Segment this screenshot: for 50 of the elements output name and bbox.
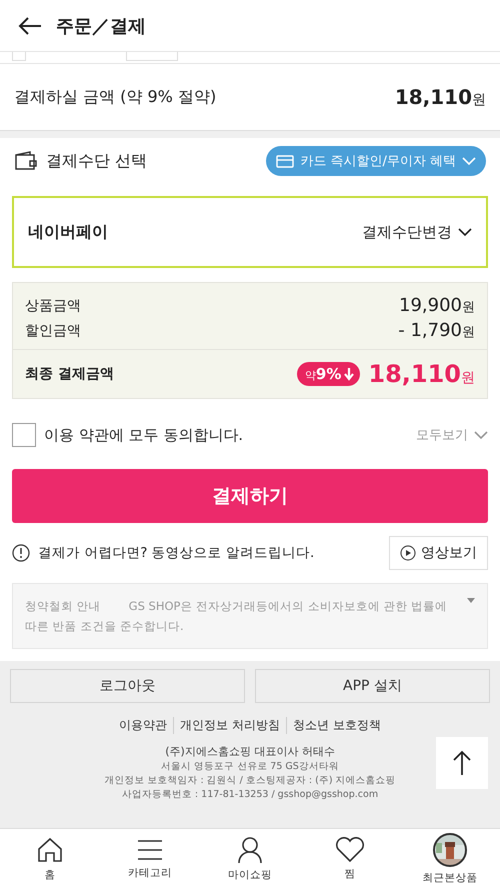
footer-link[interactable]: 개인정보 처리방침 [173,717,286,734]
expand-icon[interactable] [467,598,475,603]
footer-button[interactable]: 로그아웃 [10,669,245,703]
summary-label: 상품금액 [25,296,81,314]
home-icon [36,836,64,864]
company-info: 사업자등록번호 : 117-81-13253 / gsshop@gsshop.com [122,788,378,801]
back-arrow-icon[interactable] [18,16,42,36]
pay-button[interactable]: 결제하기 [12,469,488,523]
notice-text: 청약철회 안내 GS SHOP은 전자상거래등에서의 소비자보호에 관한 법률에 따른 반품 조건을 준수합니다. [25,598,448,635]
company-info: 개인정보 보호책임자 : 김원식 / 호스팅제공자 : (주) 지에스홈쇼핑 [104,774,396,787]
menu-icon [136,838,164,862]
payment-amount-label: 결제하실 금액 (약 9% 절약) [14,86,216,108]
footer-link[interactable]: 청소년 보호정책 [286,717,387,734]
agree-checkbox[interactable] [12,423,36,447]
watch-video-button[interactable]: 영상보기 [389,536,488,570]
nav-item[interactable]: 홈 [0,829,100,888]
company-info: 서울시 영등포구 선유로 75 GS강서타워 [161,760,339,773]
arrow-up-icon [452,750,472,776]
footer-link[interactable]: 이용약관 [113,717,174,734]
summary-amount: 19,900원 [399,295,475,316]
scroll-top-button[interactable] [436,737,488,789]
change-method-button[interactable]: 결제수단변경 [362,222,472,242]
chevron-down-icon [458,228,472,236]
discount-rate: 약9% [304,365,342,383]
chevron-down-icon [462,156,476,166]
info-icon [12,544,30,562]
payment-amount: 18,110원 [394,85,486,109]
footer-button[interactable]: APP 설치 [255,669,490,703]
heart-icon [335,836,365,862]
card-icon [276,154,294,168]
chevron-down-icon [474,430,488,440]
agree-label: 이용 약관에 모두 동의합니다. [44,426,244,444]
nav-item[interactable]: 카테고리 [100,829,200,888]
person-icon [237,836,263,864]
page-title: 주문／결제 [56,14,146,38]
company-name: (주)지에스홈쇼핑 대표이사 허태수 [165,744,335,759]
payment-method-label: 결제수단 선택 [46,150,148,172]
selected-method: 네이버페이 [28,222,108,242]
video-help-text: 결제가 어렵다면? 동영상으로 알려드립니다. [38,544,314,562]
final-amount-label: 최종 결제금액 [25,365,114,383]
arrow-down-icon [344,367,354,381]
selected-method-box[interactable]: 네이버페이 결제수단변경 [12,196,488,268]
nav-item[interactable]: 찜 [300,829,400,888]
final-amount: 18,110원 [368,360,475,388]
play-icon [400,545,416,561]
nav-item[interactable]: 최근본상품 [400,829,500,888]
wallet-icon [14,151,38,171]
summary-amount: - 1,790원 [398,320,475,341]
nav-item[interactable]: 마이쇼핑 [200,829,300,888]
summary-label: 할인금액 [25,322,81,340]
